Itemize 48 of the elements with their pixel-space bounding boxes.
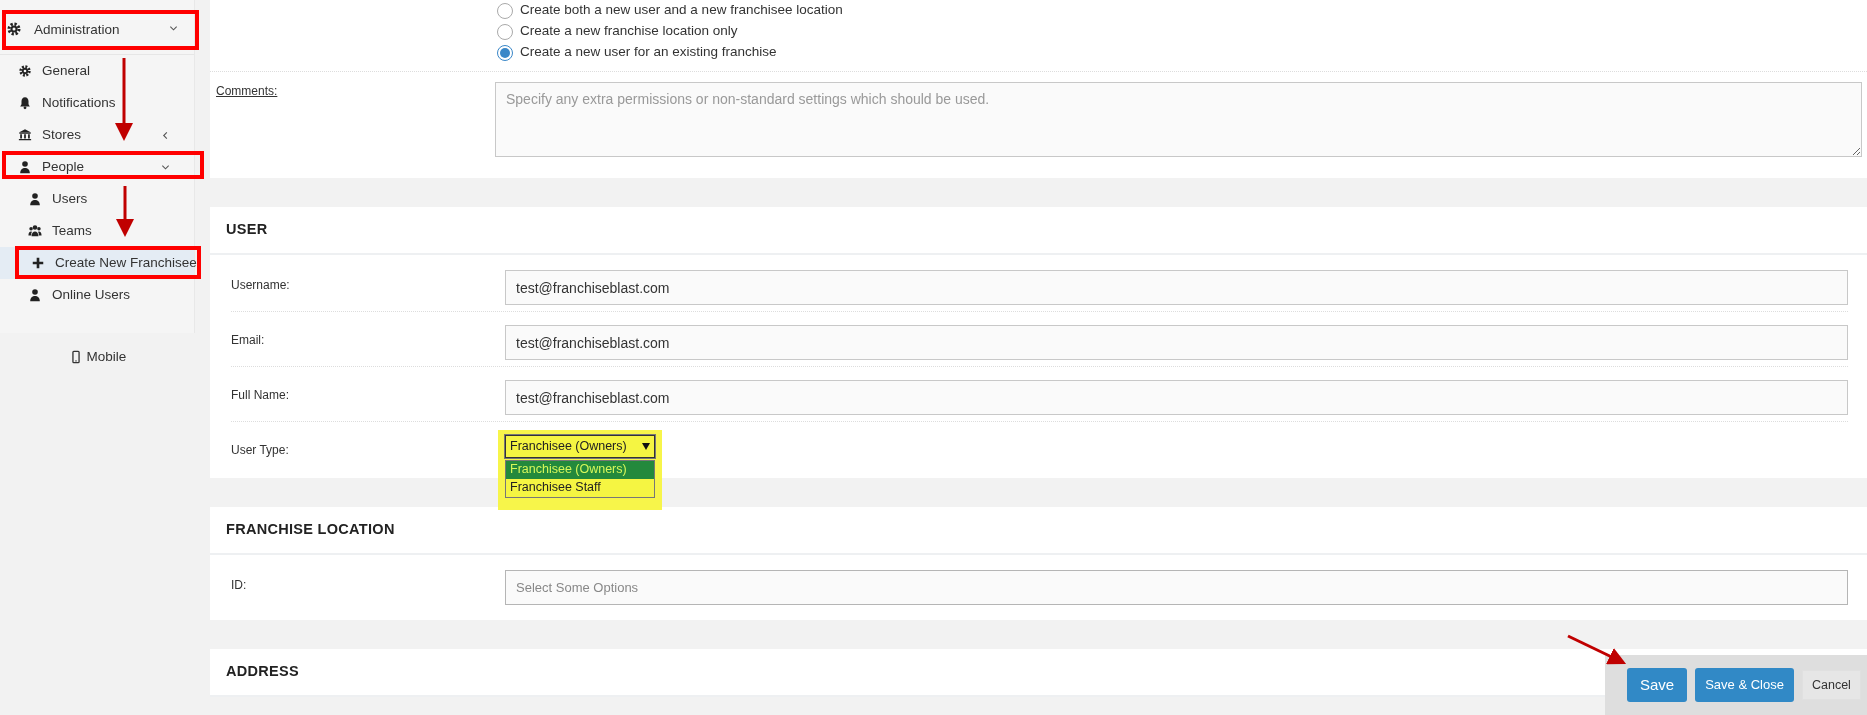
sidebar-item[interactable]: Teams bbox=[0, 215, 194, 247]
annotation-arrow bbox=[1567, 634, 1627, 665]
radio-button[interactable] bbox=[497, 23, 513, 40]
bank-icon bbox=[18, 128, 32, 142]
dropdown-field[interactable]: Franchisee (Owners) bbox=[505, 435, 655, 458]
comments-field[interactable]: Specify any extra permissions or non-standard settings which should be used. bbox=[495, 82, 1862, 157]
dropdown-option[interactable]: Franchisee Staff bbox=[506, 478, 654, 497]
radio-label: Create a new franchise location only bbox=[520, 22, 738, 41]
users-icon bbox=[28, 224, 42, 238]
radio-button[interactable] bbox=[497, 44, 513, 61]
text-field[interactable]: test@franchiseblast.com bbox=[505, 380, 1848, 415]
radio-label: Create a new user for an existing franchise bbox=[520, 43, 777, 62]
field-label: User Type: bbox=[231, 442, 290, 459]
field-label: Full Name: bbox=[231, 387, 290, 404]
cancel-button[interactable]: Cancel bbox=[1801, 670, 1861, 700]
field-label: Comments: bbox=[216, 83, 279, 100]
text-field[interactable]: test@franchiseblast.com bbox=[505, 325, 1848, 360]
save-button[interactable]: Save bbox=[1627, 668, 1688, 702]
dropdown-arrow-icon bbox=[642, 442, 650, 450]
user-icon bbox=[28, 288, 42, 302]
user-icon bbox=[18, 160, 32, 174]
chevron-down-icon bbox=[169, 24, 178, 33]
radio-label: Create both a new user and a new franchisee location bbox=[520, 1, 843, 20]
mobile-link[interactable]: Mobile bbox=[86, 347, 127, 368]
user-icon bbox=[28, 192, 42, 206]
dropdown-option[interactable]: Franchisee (Owners) bbox=[506, 460, 654, 479]
sidebar-item[interactable]: General bbox=[0, 55, 194, 87]
section-title: USER bbox=[210, 207, 1867, 255]
radio-button[interactable] bbox=[497, 2, 513, 19]
chevron-left-icon bbox=[161, 130, 170, 140]
gear-icon bbox=[6, 21, 22, 37]
sidebar-item[interactable]: Notifications bbox=[0, 87, 194, 119]
field-label: ID: bbox=[231, 577, 248, 594]
bell-icon bbox=[18, 96, 32, 110]
sidebar-item[interactable]: Users bbox=[0, 183, 194, 215]
sidebar-item[interactable]: People bbox=[0, 151, 194, 183]
gear-icon bbox=[18, 64, 32, 78]
section-title: FRANCHISE LOCATION bbox=[210, 507, 1867, 555]
plus-icon bbox=[31, 256, 45, 270]
multiselect-field[interactable]: Select Some Options bbox=[505, 570, 1848, 605]
sidebar-item[interactable]: Stores bbox=[0, 119, 194, 151]
text-field[interactable]: test@franchiseblast.com bbox=[505, 270, 1848, 305]
field-label: Username: bbox=[231, 277, 291, 294]
save-close-button[interactable]: Save & Close bbox=[1695, 668, 1794, 702]
sidebar-item[interactable]: Administration bbox=[0, 0, 194, 55]
sidebar-item[interactable]: Online Users bbox=[0, 279, 194, 311]
field-label: Email: bbox=[231, 332, 266, 349]
annotation-arrow bbox=[116, 186, 134, 237]
